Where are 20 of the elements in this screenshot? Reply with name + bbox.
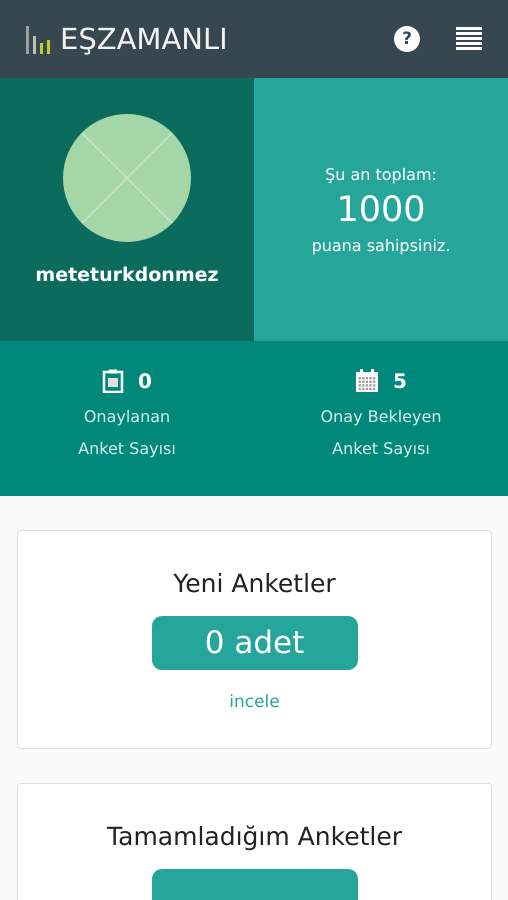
clipboard-icon [102, 369, 124, 393]
help-icon[interactable]: ? [394, 26, 420, 52]
logo-bars-icon [26, 26, 52, 54]
stat-label: Anket Sayısı [332, 438, 430, 460]
review-link[interactable]: incele [229, 692, 280, 712]
stat-label: Anket Sayısı [78, 438, 176, 460]
card-title: Tamamladığım Anketler [107, 822, 402, 851]
count-button[interactable]: 0 adet [152, 616, 358, 670]
stat-label: Onay Bekleyen [320, 406, 442, 428]
stat-count: 5 [393, 369, 407, 393]
calendar-icon [355, 369, 380, 393]
points-value: 1000 [336, 190, 426, 230]
card-title: Yeni Anketler [173, 569, 336, 598]
menu-icon[interactable] [456, 27, 482, 51]
points-caption: Şu an toplam: [325, 164, 437, 184]
stat-count: 0 [138, 369, 152, 393]
brand-name: EŞZAMANLI [60, 24, 228, 54]
stat-label: Onaylanan [84, 406, 170, 428]
username: meteturkdonmez [35, 264, 219, 286]
points-caption: puana sahipsiniz. [312, 236, 450, 254]
